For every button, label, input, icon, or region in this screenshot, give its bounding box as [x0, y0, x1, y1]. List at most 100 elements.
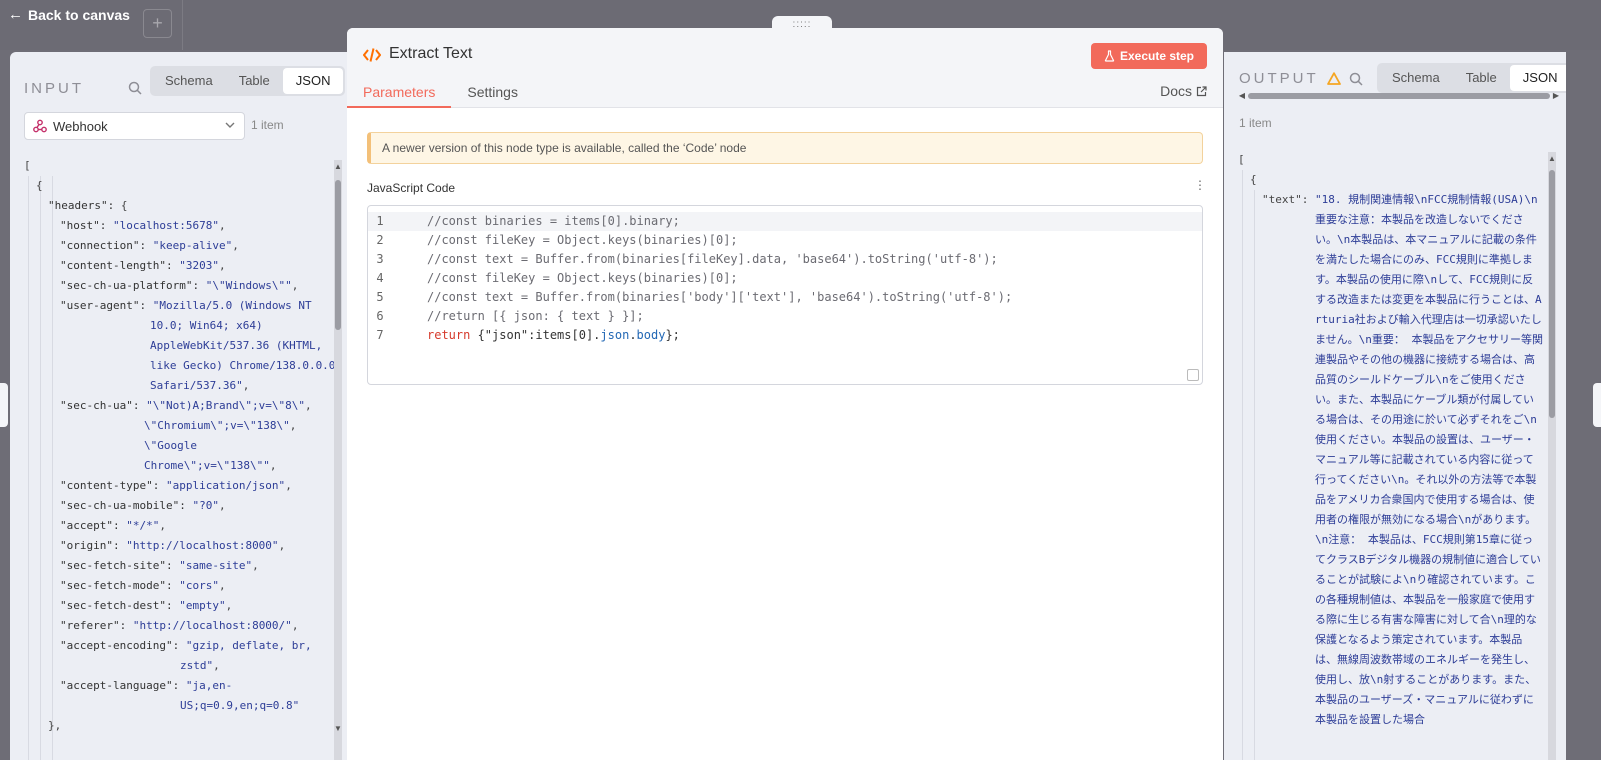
- javascript-code-editor[interactable]: 1 //const binaries = items[0].binary; 2 //c…: [367, 205, 1203, 385]
- json-line: "user-agent": "Mozilla/5.0 (Windows NT: [24, 296, 342, 316]
- input-item-count: 1 item: [251, 118, 284, 132]
- scroll-left-icon[interactable]: ◀: [1238, 91, 1246, 100]
- json-line: \"Google: [24, 436, 342, 456]
- input-view-table[interactable]: Table: [226, 68, 283, 94]
- input-view-schema[interactable]: Schema: [152, 68, 226, 94]
- back-to-canvas-button[interactable]: ← Back to canvas: [8, 6, 130, 23]
- docs-link[interactable]: Docs: [1160, 83, 1207, 99]
- json-value: "\"Not)A;Brand\";v=\"8\": [146, 399, 306, 412]
- json-value: \"Chromium\";v=\"138\": [144, 419, 290, 432]
- code-line[interactable]: 6 //return [{ json: { text } }];: [368, 307, 1202, 326]
- output-item-count: 1 item: [1239, 116, 1272, 130]
- search-icon[interactable]: [1349, 72, 1363, 86]
- scroll-up-icon[interactable]: ▲: [1548, 154, 1556, 163]
- scroll-up-icon[interactable]: ▲: [334, 162, 342, 171]
- json-value: "same-site": [179, 559, 253, 572]
- json-punct: [: [24, 159, 31, 172]
- json-line: 10.0; Win64; x64): [24, 316, 342, 336]
- json-punct: ,: [305, 399, 312, 412]
- input-node-select-value: Webhook: [53, 118, 108, 134]
- json-key: "accept-language":: [60, 679, 186, 692]
- tab-parameters[interactable]: Parameters: [347, 79, 452, 108]
- code-line[interactable]: 3 //const text = Buffer.from(binaries[fil…: [368, 250, 1202, 269]
- node-tabs: Parameters Settings: [347, 79, 534, 108]
- json-value: Chrome\";v=\"138\"": [144, 459, 270, 472]
- tab-settings[interactable]: Settings: [451, 79, 534, 108]
- json-value: "ja,en-: [185, 679, 233, 692]
- json-line: "accept-encoding": "gzip, deflate, br,: [24, 636, 342, 656]
- divider: [182, 0, 183, 50]
- json-value: "empty": [179, 599, 226, 612]
- input-view-switch: Schema Table JSON: [150, 66, 346, 96]
- code-line[interactable]: 1 //const binaries = items[0].binary;: [368, 212, 1202, 231]
- json-line: US;q=0.9,en;q=0.8": [24, 696, 342, 716]
- json-punct: ,: [252, 559, 259, 572]
- code-text: //return [{ json: { text } }];: [427, 309, 644, 323]
- output-view-json[interactable]: JSON: [1509, 65, 1566, 91]
- webhook-icon: [33, 119, 47, 133]
- indent-guide: [1254, 190, 1255, 760]
- json-line: "sec-fetch-mode": "cors",: [24, 576, 342, 596]
- json-key: "referer":: [60, 619, 133, 632]
- node-header: Extract Text Execute step Parameters Set…: [347, 28, 1223, 108]
- execute-step-button[interactable]: Execute step: [1091, 43, 1207, 69]
- json-line: "content-length": "3203",: [24, 256, 342, 276]
- json-key: "origin":: [60, 539, 127, 552]
- json-line: "host": "localhost:5678",: [24, 216, 342, 236]
- json-key: "sec-ch-ua-mobile":: [60, 499, 193, 512]
- output-horizontal-scrollbar-thumb[interactable]: [1248, 93, 1550, 99]
- json-line: "referer": "http://localhost:8000/",: [24, 616, 342, 636]
- code-line[interactable]: 5 //const text = Buffer.from(binaries['bo…: [368, 288, 1202, 307]
- right-panel-handle[interactable]: [1593, 383, 1601, 427]
- input-scrollbar[interactable]: [334, 160, 342, 760]
- json-punct: ,: [218, 259, 226, 272]
- add-node-button[interactable]: +: [143, 9, 172, 38]
- options-icon[interactable]: ⋮: [1194, 178, 1206, 192]
- json-line: Chrome\";v=\"138\"",: [24, 456, 342, 476]
- code-line[interactable]: 4 //const fileKey = Object.keys(binaries)…: [368, 269, 1202, 288]
- line-number: 4: [376, 271, 384, 285]
- output-horizontal-scrollbar[interactable]: ◀ ▶: [1238, 91, 1560, 100]
- json-punct: ,: [218, 219, 226, 232]
- json-value: "http://localhost:8000/": [132, 619, 292, 632]
- json-key: "content-length":: [60, 259, 180, 272]
- code-line[interactable]: 2 //const fileKey = Object.keys(binaries)…: [368, 231, 1202, 250]
- json-line: Safari/537.36",: [24, 376, 342, 396]
- left-panel-handle[interactable]: [0, 383, 8, 427]
- input-view-json[interactable]: JSON: [282, 68, 344, 94]
- code-line[interactable]: 7 return {"json":items[0].json.body};: [368, 326, 1202, 345]
- code-text: //const fileKey = Object.keys(binaries)[…: [427, 233, 738, 247]
- json-line: "accept-language": "ja,en-: [24, 676, 342, 696]
- scroll-down-icon[interactable]: ▼: [334, 724, 342, 733]
- json-value: like Gecko) Chrome/138.0.0.0: [150, 359, 336, 372]
- code-icon: [363, 48, 381, 62]
- output-panel-title: OUTPUT: [1239, 70, 1319, 87]
- json-key: "user-agent":: [60, 299, 153, 312]
- json-key: "sec-fetch-dest":: [60, 599, 180, 612]
- output-view-table[interactable]: Table: [1453, 65, 1510, 91]
- input-node-select[interactable]: Webhook: [24, 112, 245, 140]
- json-key: "host":: [60, 219, 113, 232]
- scroll-right-icon[interactable]: ▶: [1552, 91, 1560, 100]
- json-value: "gzip, deflate, br,: [185, 639, 312, 652]
- json-line: "sec-ch-ua": "\"Not)A;Brand\";v=\"8\",: [24, 396, 342, 416]
- search-icon[interactable]: [128, 81, 142, 95]
- node-title[interactable]: Extract Text: [389, 45, 472, 63]
- json-brace: {: [1250, 173, 1257, 186]
- json-line: "connection": "keep-alive",: [24, 236, 342, 256]
- json-value: "localhost:5678": [112, 219, 219, 232]
- json-punct: ,: [218, 499, 226, 512]
- input-scrollbar-thumb[interactable]: [335, 180, 341, 330]
- line-number: 2: [376, 233, 384, 247]
- json-line: "sec-ch-ua-mobile": "?0",: [24, 496, 342, 516]
- json-line: like Gecko) Chrome/138.0.0.0: [24, 356, 342, 376]
- output-scrollbar[interactable]: [1548, 152, 1556, 760]
- output-scrollbar-thumb[interactable]: [1549, 170, 1555, 418]
- json-line: {: [24, 176, 342, 196]
- json-value: "*/*": [126, 519, 160, 532]
- json-punct: ,: [213, 659, 220, 672]
- resize-handle-icon[interactable]: [1187, 369, 1199, 381]
- output-view-schema[interactable]: Schema: [1379, 65, 1453, 91]
- json-line: "origin": "http://localhost:8000",: [24, 536, 342, 556]
- json-key: "sec-ch-ua-platform":: [60, 279, 206, 292]
